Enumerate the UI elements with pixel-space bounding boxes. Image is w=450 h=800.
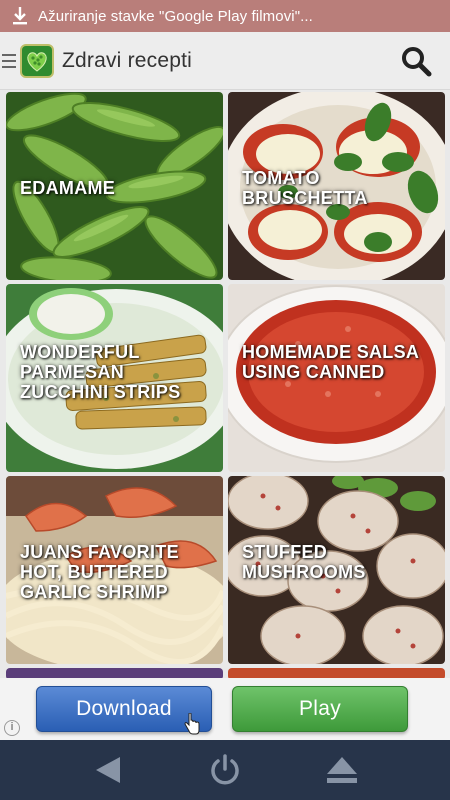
recipe-title: STUFFED MUSHROOMS bbox=[242, 542, 366, 582]
recipe-title: TOMATO BRUSCHETTA bbox=[242, 168, 368, 208]
recipe-title: WONDERFUL PARMESAN ZUCCHINI STRIPS bbox=[20, 342, 181, 402]
recipe-card-garlic-shrimp[interactable]: JUANS FAVORITE HOT, BUTTERED GARLIC SHRI… bbox=[6, 476, 223, 664]
recipe-title: EDAMAME bbox=[20, 178, 116, 198]
recipe-title: HOMEMADE SALSA USING CANNED bbox=[242, 342, 419, 382]
ad-play-button[interactable]: Play bbox=[232, 686, 408, 732]
recipe-card-partial[interactable] bbox=[228, 668, 445, 678]
recipe-grid: EDAMAME TOMATO BRUSCHETTA WONDERFUL PARM… bbox=[0, 90, 450, 678]
ad-info-icon[interactable]: i bbox=[4, 720, 20, 736]
recipe-card-edamame[interactable]: EDAMAME bbox=[6, 92, 223, 280]
system-nav-bar bbox=[0, 740, 450, 800]
app-logo[interactable] bbox=[20, 43, 54, 78]
eject-icon[interactable] bbox=[322, 750, 362, 790]
app-bar: Zdravi recepti bbox=[0, 32, 450, 90]
hand-cursor-icon bbox=[183, 712, 201, 740]
recipe-card-parmesan-zucchini-strips[interactable]: WONDERFUL PARMESAN ZUCCHINI STRIPS bbox=[6, 284, 223, 472]
recipe-title: JUANS FAVORITE HOT, BUTTERED GARLIC SHRI… bbox=[20, 542, 179, 602]
recipe-card-homemade-salsa[interactable]: HOMEMADE SALSA USING CANNED bbox=[228, 284, 445, 472]
app-title: Zdravi recepti bbox=[62, 48, 193, 72]
recipe-card-partial[interactable] bbox=[6, 668, 223, 678]
recipe-card-stuffed-mushrooms[interactable]: STUFFED MUSHROOMS bbox=[228, 476, 445, 664]
screen: Ažuriranje stavke "Google Play filmovi".… bbox=[0, 0, 450, 800]
search-icon[interactable] bbox=[400, 45, 432, 77]
status-notification-text: Ažuriranje stavke "Google Play filmovi".… bbox=[38, 7, 313, 25]
back-icon[interactable] bbox=[88, 750, 128, 790]
hamburger-icon[interactable] bbox=[2, 53, 18, 68]
download-icon bbox=[10, 5, 30, 27]
status-bar: Ažuriranje stavke "Google Play filmovi".… bbox=[0, 0, 450, 32]
ad-banner: i Download Play bbox=[0, 678, 450, 740]
power-icon[interactable] bbox=[205, 750, 245, 790]
recipe-card-tomato-bruschetta[interactable]: TOMATO BRUSCHETTA bbox=[228, 92, 445, 280]
